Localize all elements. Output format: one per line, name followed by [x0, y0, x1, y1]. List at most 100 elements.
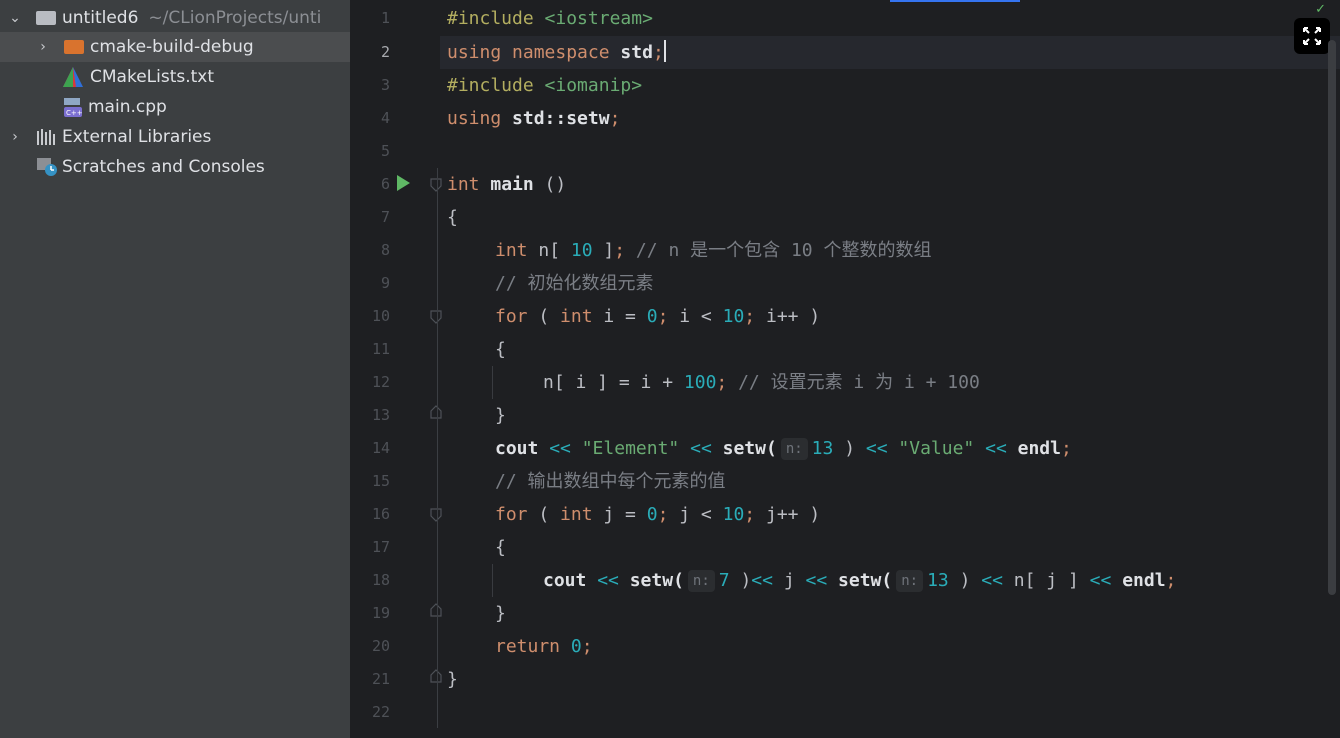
code-line-19[interactable]: }	[495, 597, 506, 630]
token: ;	[614, 240, 626, 261]
token: <<	[974, 438, 1018, 459]
token: int	[560, 306, 593, 327]
token: i++ )	[755, 306, 821, 327]
code-line-4[interactable]: using std::setw;	[447, 102, 620, 135]
token: n[	[527, 240, 571, 261]
code-line-15[interactable]: // 输出数组中每个元素的值	[495, 465, 726, 498]
fold-open-icon[interactable]	[430, 178, 442, 192]
token: <<	[855, 438, 899, 459]
token: ;	[744, 504, 756, 525]
fold-close-icon[interactable]	[430, 669, 442, 683]
tree-item-cmakelists[interactable]: CMakeLists.txt	[0, 62, 350, 92]
line-number: 21	[371, 670, 390, 688]
token: ;	[609, 108, 621, 129]
code-line-8[interactable]: int n[ 10 ]; // n 是一个包含 10 个整数的数组	[495, 234, 931, 267]
token: ;	[581, 636, 593, 657]
token: 0	[646, 306, 658, 327]
tree-item-cmake-build-debug[interactable]: › cmake-build-debug	[0, 32, 350, 62]
token: <<	[794, 570, 839, 591]
tree-item-main-cpp[interactable]: C++ main.cpp	[0, 92, 350, 122]
code-line-18[interactable]: cout << setw(n: 7 )<< j << setw(n: 13 ) <<…	[543, 564, 1176, 597]
code-line-21[interactable]: }	[447, 663, 458, 696]
code-line-7[interactable]: {	[447, 201, 458, 234]
line-number: 4	[380, 109, 390, 127]
fold-close-icon[interactable]	[430, 405, 442, 419]
line-number: 13	[371, 406, 390, 424]
token: 10	[570, 240, 593, 261]
code-line-1[interactable]: #include <iostream>	[447, 2, 653, 35]
code-editor[interactable]: 1 2 3 4 5 6 7 8 9 10 11 12 13 14 15 16 1…	[350, 0, 1340, 738]
token: n[ j ]	[1013, 570, 1079, 591]
tree-item-label: CMakeLists.txt	[90, 67, 215, 87]
token: 10	[722, 306, 745, 327]
token: 10	[722, 504, 745, 525]
token: }	[447, 669, 458, 690]
fold-open-icon[interactable]	[430, 310, 442, 324]
token: <iostream>	[544, 8, 653, 29]
line-number: 15	[371, 472, 390, 490]
indent-guide	[492, 366, 493, 399]
tree-item-label: Scratches and Consoles	[62, 157, 265, 177]
token: for	[495, 504, 528, 525]
chevron-right-icon[interactable]: ›	[8, 129, 22, 145]
tree-item-scratches[interactable]: Scratches and Consoles	[0, 152, 350, 182]
code-line-9[interactable]: // 初始化数组元素	[495, 267, 654, 300]
code-line-16[interactable]: for ( int j = 0; j < 10; j++ )	[495, 498, 820, 531]
token: "Element"	[581, 438, 680, 459]
token: }	[495, 603, 506, 624]
token: {	[495, 537, 506, 558]
token: 0	[646, 504, 658, 525]
chevron-down-icon[interactable]: ⌄	[8, 10, 22, 26]
code-line-20[interactable]: return 0;	[495, 630, 593, 663]
code-line-11[interactable]: {	[495, 333, 506, 366]
tree-item-label: cmake-build-debug	[90, 37, 254, 57]
token: ]	[592, 240, 615, 261]
expand-fullscreen-button[interactable]	[1294, 18, 1330, 54]
line-number: 11	[371, 340, 390, 358]
token: )	[729, 570, 752, 591]
token: using	[447, 108, 502, 129]
line-number: 17	[371, 538, 390, 556]
token: 100	[683, 372, 717, 393]
token: <iomanip>	[544, 75, 643, 96]
run-play-icon[interactable]	[397, 175, 410, 191]
token: 13	[927, 570, 949, 591]
token: setw(	[722, 438, 777, 459]
token: using	[447, 42, 502, 63]
fold-guide-line	[437, 168, 438, 728]
line-number: 12	[371, 373, 390, 391]
vertical-scrollbar[interactable]	[1328, 40, 1336, 595]
code-line-13[interactable]: }	[495, 399, 506, 432]
token: int	[560, 504, 593, 525]
code-line-3[interactable]: #include <iomanip>	[447, 69, 642, 102]
inspection-ok-icon[interactable]: ✓	[1315, 2, 1326, 17]
code-line-14[interactable]: cout << "Element" << setw(n: 13 ) << "Val…	[495, 432, 1072, 465]
text-cursor	[663, 40, 666, 62]
token: 7	[718, 570, 730, 591]
token: cout	[543, 570, 587, 591]
chevron-right-icon[interactable]: ›	[36, 39, 50, 55]
code-line-12[interactable]: n[ i ] = i + 100; // 设置元素 i 为 i + 100	[543, 366, 980, 399]
token: {	[495, 339, 506, 360]
tree-item-external-libraries[interactable]: › External Libraries	[0, 122, 350, 152]
code-line-6[interactable]: int main ()	[447, 168, 566, 201]
code-line-17[interactable]: {	[495, 531, 506, 564]
line-number: 2	[380, 43, 390, 61]
fold-close-icon[interactable]	[430, 603, 442, 617]
token: return	[495, 636, 561, 657]
token: cout	[495, 438, 539, 459]
token: (	[527, 306, 561, 327]
code-line-10[interactable]: for ( int i = 0; i < 10; i++ )	[495, 300, 820, 333]
expand-icon	[1303, 27, 1321, 45]
line-number: 18	[371, 571, 390, 589]
line-number: 19	[371, 604, 390, 622]
tree-root-untitled6[interactable]: ⌄ untitled6 ~/CLionProjects/unti	[0, 3, 350, 33]
token: setw(	[838, 570, 893, 591]
token: i <	[668, 306, 723, 327]
code-line-2[interactable]: using namespace std;	[447, 36, 666, 69]
token: int	[495, 240, 528, 261]
token: <<	[970, 570, 1014, 591]
fold-open-icon[interactable]	[430, 508, 442, 522]
tree-root-label: untitled6	[62, 8, 139, 28]
token: j <	[668, 504, 723, 525]
